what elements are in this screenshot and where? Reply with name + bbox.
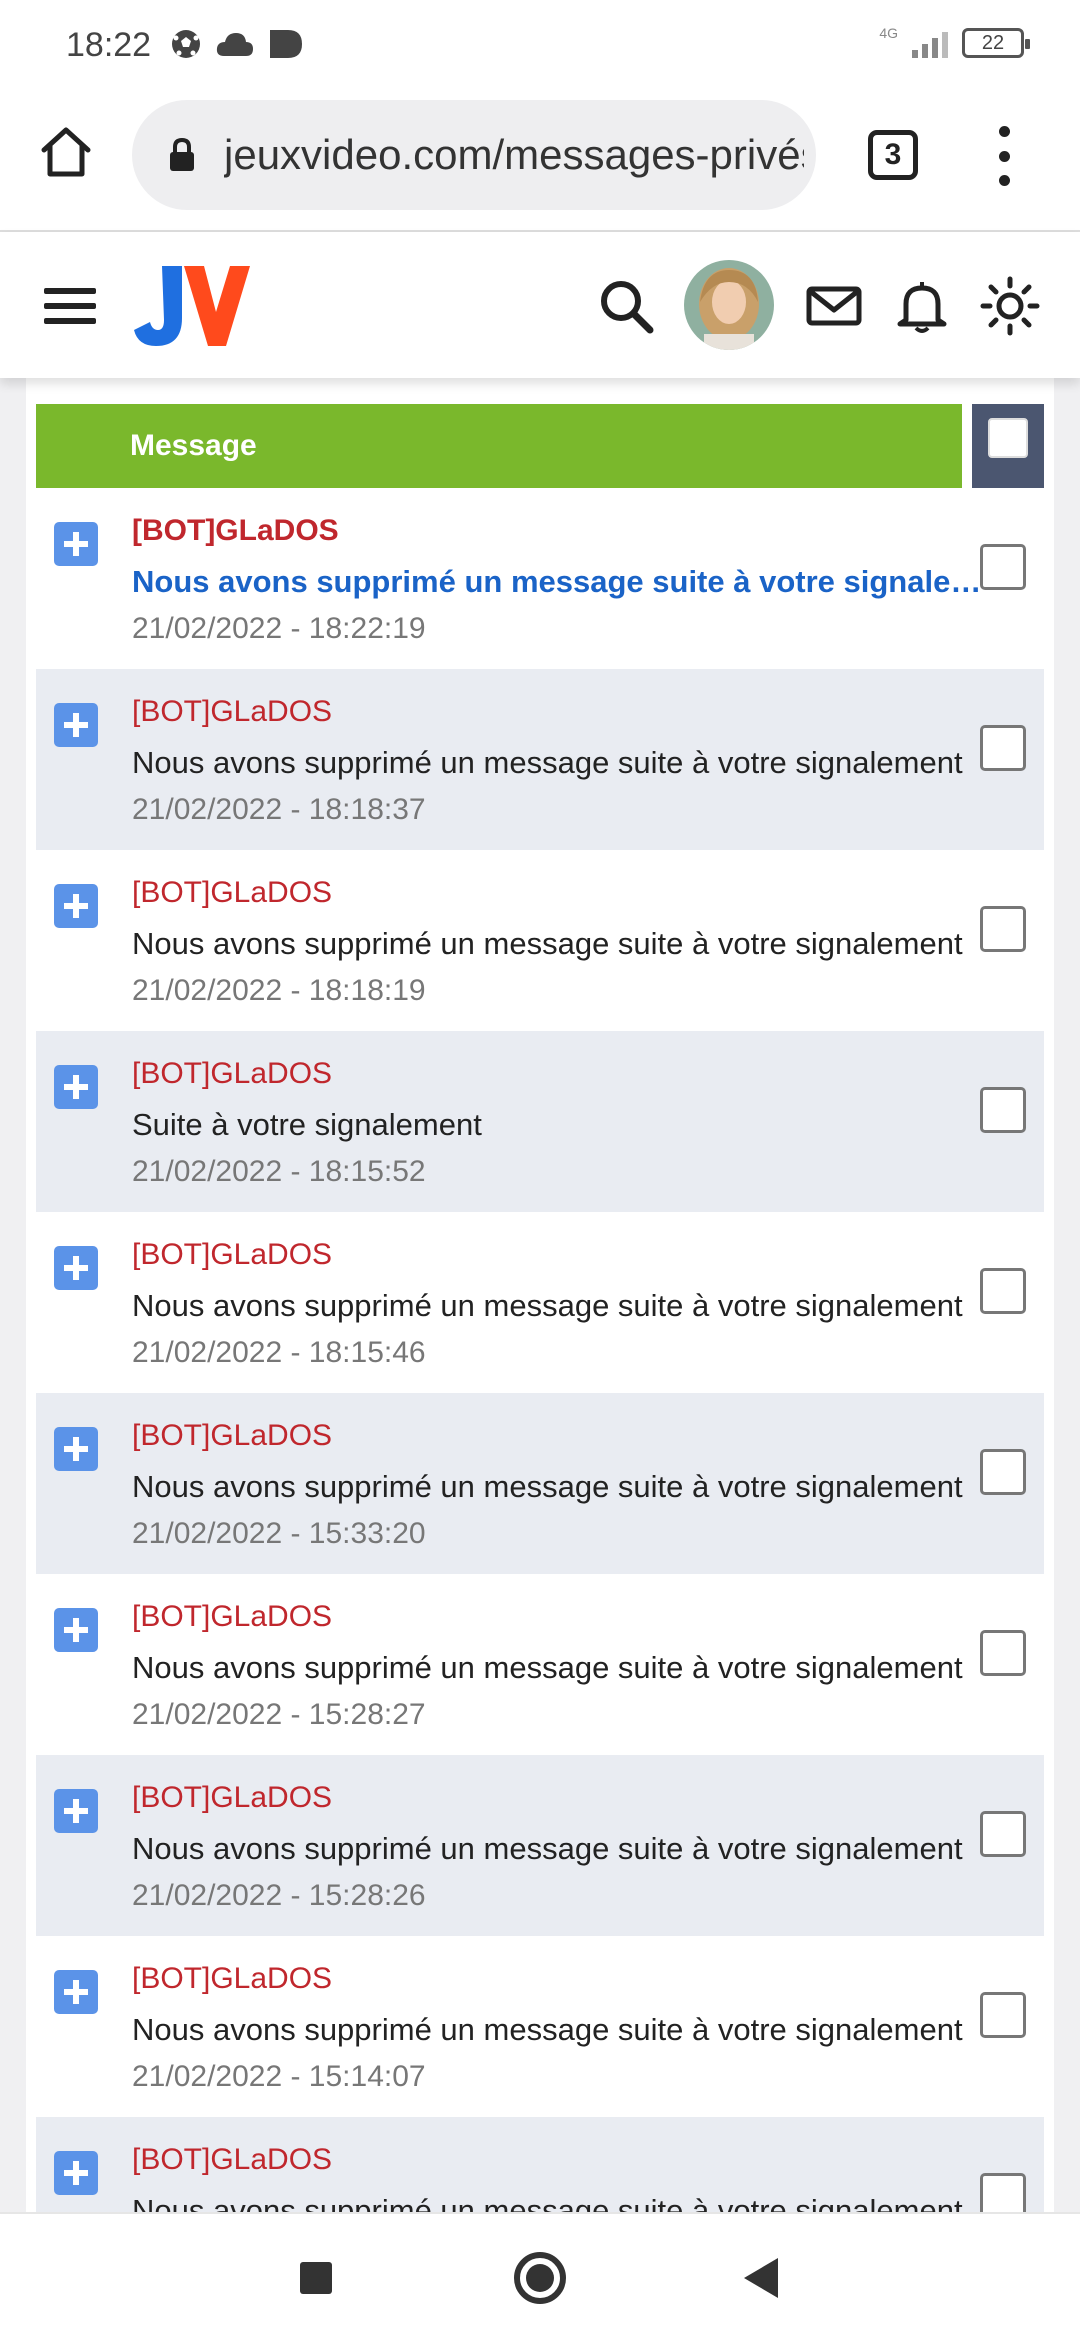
- message-subject[interactable]: Nous avons supprimé un message suite à v…: [132, 926, 982, 962]
- message-checkbox[interactable]: [980, 1630, 1026, 1676]
- tab-count: 3: [884, 138, 902, 171]
- message-sender[interactable]: [BOT]GLaDOS: [132, 514, 339, 548]
- lock-icon: [170, 137, 194, 171]
- back-triangle-icon[interactable]: [744, 2258, 778, 2298]
- message-subject[interactable]: Nous avons supprimé un message suite à v…: [132, 1469, 982, 1505]
- page-content: Message [BOT]GLaDOS Nous avons supprimé …: [0, 378, 1080, 2212]
- message-subject[interactable]: Nous avons supprimé un message suite à v…: [132, 2193, 982, 2212]
- expand-plus-icon[interactable]: [54, 1246, 98, 1290]
- message-date: 21/02/2022 - 18:22:19: [132, 612, 426, 645]
- expand-plus-icon[interactable]: [54, 1608, 98, 1652]
- message-column-header: Message: [36, 404, 962, 488]
- network-type: 4G: [879, 25, 898, 41]
- select-all-cell: [972, 404, 1044, 488]
- message-sender[interactable]: [BOT]GLaDOS: [132, 1419, 332, 1453]
- jv-logo[interactable]: [132, 260, 252, 352]
- overflow-menu-icon[interactable]: [992, 126, 1016, 186]
- message-sender[interactable]: [BOT]GLaDOS: [132, 1962, 332, 1996]
- cloud-icon: [216, 33, 253, 56]
- message-sender[interactable]: [BOT]GLaDOS: [132, 2143, 332, 2177]
- message-row[interactable]: [BOT]GLaDOS Nous avons supprimé un messa…: [36, 1212, 1044, 1393]
- message-row[interactable]: [BOT]GLaDOS Nous avons supprimé un messa…: [36, 1393, 1044, 1574]
- mail-icon[interactable]: [804, 276, 864, 336]
- message-row[interactable]: [BOT]GLaDOS Suite à votre signalement 21…: [36, 1031, 1044, 1212]
- status-bar: 18:22 4G 22: [0, 0, 1080, 90]
- message-checkbox[interactable]: [980, 725, 1026, 771]
- messages-panel: Message [BOT]GLaDOS Nous avons supprimé …: [26, 378, 1054, 2212]
- expand-plus-icon[interactable]: [54, 2151, 98, 2195]
- expand-plus-icon[interactable]: [54, 703, 98, 747]
- search-icon[interactable]: [596, 276, 656, 336]
- expand-plus-icon[interactable]: [54, 884, 98, 928]
- message-date: 21/02/2022 - 18:15:52: [132, 1155, 426, 1188]
- home-icon[interactable]: [36, 122, 96, 182]
- expand-plus-icon[interactable]: [54, 1065, 98, 1109]
- address-bar[interactable]: jeuxvideo.com/messages-privés: [132, 100, 816, 210]
- avatar[interactable]: [684, 260, 774, 350]
- message-date: 21/02/2022 - 18:15:46: [132, 1336, 426, 1369]
- message-checkbox[interactable]: [980, 2173, 1026, 2212]
- battery-level: 22: [981, 32, 1005, 54]
- expand-plus-icon[interactable]: [54, 1789, 98, 1833]
- message-subject[interactable]: Nous avons supprimé un message suite à v…: [132, 745, 982, 781]
- sun-theme-icon[interactable]: [980, 276, 1040, 336]
- message-date: 21/02/2022 - 15:28:27: [132, 1698, 426, 1731]
- message-row[interactable]: [BOT]GLaDOS Nous avons supprimé un messa…: [36, 488, 1044, 669]
- message-date: 21/02/2022 - 15:14:07: [132, 2060, 426, 2093]
- message-sender[interactable]: [BOT]GLaDOS: [132, 1238, 332, 1272]
- message-subject[interactable]: Nous avons supprimé un message suite à v…: [132, 1831, 982, 1867]
- hamburger-menu-icon[interactable]: [44, 288, 96, 324]
- message-sender[interactable]: [BOT]GLaDOS: [132, 876, 332, 910]
- system-navigation-bar: [0, 2212, 1080, 2340]
- message-checkbox[interactable]: [980, 1449, 1026, 1495]
- message-row[interactable]: [BOT]GLaDOS Nous avons supprimé un messa…: [36, 1936, 1044, 2117]
- bell-icon[interactable]: [892, 276, 952, 336]
- message-checkbox[interactable]: [980, 1811, 1026, 1857]
- status-indicators: 4G 22: [879, 25, 1030, 58]
- url-text: jeuxvideo.com/messages-privés: [224, 131, 804, 178]
- message-date: 21/02/2022 - 15:28:26: [132, 1879, 426, 1912]
- message-row[interactable]: [BOT]GLaDOS Nous avons supprimé un messa…: [36, 669, 1044, 850]
- soccer-ball-icon: [172, 30, 200, 58]
- play-badge-icon: [270, 30, 302, 58]
- expand-plus-icon[interactable]: [54, 1427, 98, 1471]
- message-date: 21/02/2022 - 15:33:20: [132, 1517, 426, 1550]
- message-checkbox[interactable]: [980, 1268, 1026, 1314]
- message-sender[interactable]: [BOT]GLaDOS: [132, 1781, 332, 1815]
- message-sender[interactable]: [BOT]GLaDOS: [132, 1600, 332, 1634]
- message-row[interactable]: [BOT]GLaDOS Nous avons supprimé un messa…: [36, 1755, 1044, 1936]
- message-sender[interactable]: [BOT]GLaDOS: [132, 1057, 332, 1091]
- message-row[interactable]: [BOT]GLaDOS Nous avons supprimé un messa…: [36, 1574, 1044, 1755]
- expand-plus-icon[interactable]: [54, 1970, 98, 2014]
- message-row[interactable]: [BOT]GLaDOS Nous avons supprimé un messa…: [36, 2117, 1044, 2212]
- notification-icons: [170, 28, 304, 60]
- message-row[interactable]: [BOT]GLaDOS Nous avons supprimé un messa…: [36, 850, 1044, 1031]
- message-checkbox[interactable]: [980, 544, 1026, 590]
- message-checkbox[interactable]: [980, 1992, 1026, 2038]
- recent-apps-icon[interactable]: [300, 2262, 332, 2294]
- message-checkbox[interactable]: [980, 1087, 1026, 1133]
- message-subject[interactable]: Nous avons supprimé un message suite à v…: [132, 2012, 982, 2048]
- message-date: 21/02/2022 - 18:18:37: [132, 793, 426, 826]
- messages-list: [BOT]GLaDOS Nous avons supprimé un messa…: [36, 488, 1044, 2212]
- battery-icon: 22: [962, 28, 1030, 58]
- messages-table-header: Message: [36, 404, 1044, 488]
- message-subject[interactable]: Nous avons supprimé un message suite à v…: [132, 1650, 982, 1686]
- tab-switcher-button[interactable]: 3: [868, 130, 918, 180]
- message-subject[interactable]: Suite à votre signalement: [132, 1107, 982, 1143]
- signal-icon: [912, 28, 948, 58]
- expand-plus-icon[interactable]: [54, 522, 98, 566]
- message-subject[interactable]: Nous avons supprimé un message suite à v…: [132, 1288, 982, 1324]
- message-sender[interactable]: [BOT]GLaDOS: [132, 695, 332, 729]
- site-header: [0, 232, 1080, 378]
- message-subject[interactable]: Nous avons supprimé un message suite à v…: [132, 564, 982, 600]
- select-all-checkbox[interactable]: [988, 418, 1028, 458]
- home-circle-icon[interactable]: [514, 2252, 566, 2304]
- message-checkbox[interactable]: [980, 906, 1026, 952]
- status-time: 18:22: [66, 26, 152, 64]
- message-date: 21/02/2022 - 18:18:19: [132, 974, 426, 1007]
- browser-toolbar: jeuxvideo.com/messages-privés 3: [0, 90, 1080, 232]
